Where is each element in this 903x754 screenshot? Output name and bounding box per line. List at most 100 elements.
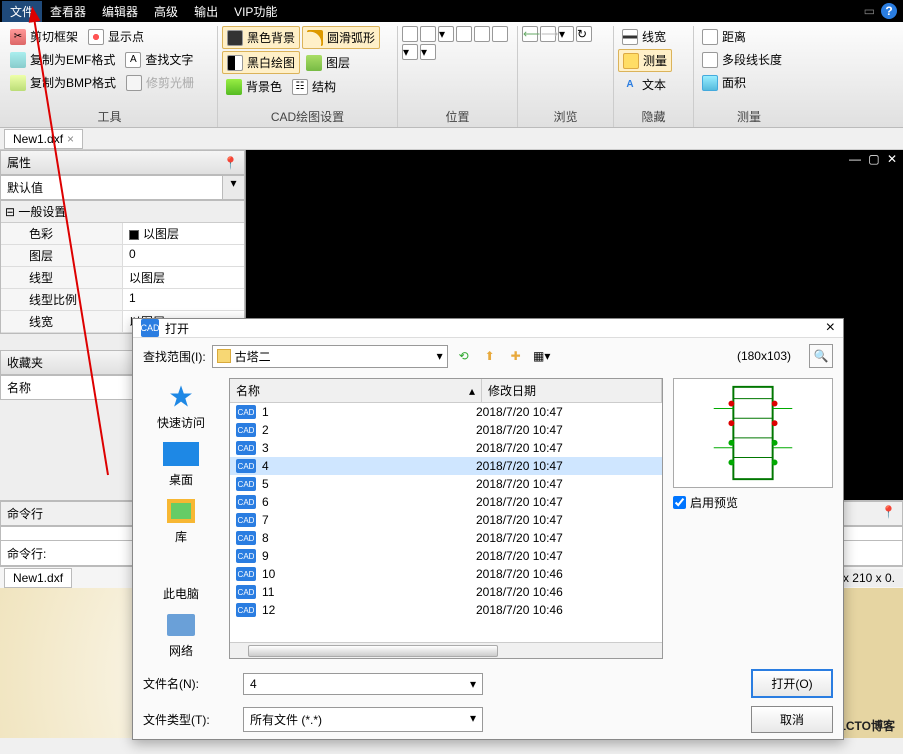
pos-icon6[interactable]: [492, 26, 508, 42]
pos-icon1[interactable]: [402, 26, 418, 42]
cancel-button[interactable]: 取消: [751, 706, 833, 733]
btn-text[interactable]: A文本: [618, 74, 670, 95]
desktop-icon: [163, 442, 199, 466]
canvas-window-controls[interactable]: — ▢ ✕: [849, 152, 899, 166]
enable-preview-input[interactable]: [673, 496, 686, 509]
pin-icon[interactable]: 📍: [881, 505, 896, 522]
file-row[interactable]: CAD122018/7/20 10:46: [230, 601, 662, 619]
file-row[interactable]: CAD12018/7/20 10:47: [230, 403, 662, 421]
edit-icon[interactable]: ✎: [848, 4, 858, 18]
file-row[interactable]: CAD102018/7/20 10:46: [230, 565, 662, 583]
btn-area[interactable]: 面积: [698, 72, 750, 93]
back-icon[interactable]: ⟲: [454, 346, 474, 366]
nav-refresh[interactable]: ↻: [576, 26, 592, 42]
cad-file-icon: CAD: [236, 549, 256, 563]
col-name[interactable]: 名称▴: [230, 379, 482, 402]
btn-findtxt[interactable]: A查找文字: [121, 49, 197, 70]
bw-icon: [227, 55, 243, 71]
btn-measure[interactable]: 测量: [618, 49, 672, 72]
pos-icon5[interactable]: [474, 26, 490, 42]
menu-advanced[interactable]: 高级: [146, 1, 186, 22]
chevron-down-icon[interactable]: ▾: [222, 176, 244, 199]
prop-layer[interactable]: 图层0: [1, 245, 244, 267]
file-row[interactable]: CAD52018/7/20 10:47: [230, 475, 662, 493]
menu-viewer[interactable]: 查看器: [42, 1, 94, 22]
menu-output[interactable]: 输出: [186, 1, 226, 22]
col-date[interactable]: 修改日期: [482, 379, 662, 402]
filename-combo[interactable]: 4▾: [243, 673, 483, 695]
help-icon[interactable]: ?: [881, 3, 897, 19]
properties-section[interactable]: ⊟ 一般设置: [1, 201, 244, 223]
emf-icon: [10, 52, 26, 68]
pos-icon7[interactable]: ▾: [402, 44, 418, 60]
btn-bwdraw[interactable]: 黑白绘图: [222, 51, 300, 74]
menu-file[interactable]: 文件: [2, 1, 42, 22]
chevron-down-icon[interactable]: ▾: [470, 677, 476, 691]
btn-linew[interactable]: 线宽: [618, 26, 670, 47]
newfolder-icon[interactable]: ✚: [506, 346, 526, 366]
btn-showpt[interactable]: 显示点: [84, 26, 148, 47]
file-row[interactable]: CAD92018/7/20 10:47: [230, 547, 662, 565]
chevron-down-icon[interactable]: ▾: [437, 349, 443, 363]
btn-crop[interactable]: ✂剪切框架: [6, 26, 82, 47]
nav-down[interactable]: ▾: [558, 26, 574, 42]
status-doc-tab[interactable]: New1.dxf: [4, 568, 72, 588]
linew-icon: [622, 29, 638, 45]
pos-icon2[interactable]: [420, 26, 436, 42]
filetype-combo[interactable]: 所有文件 (*.*)▾: [243, 707, 483, 732]
lookin-combo[interactable]: 古塔二 ▾: [212, 345, 448, 368]
place-desktop[interactable]: 桌面: [163, 439, 199, 488]
cad-file-icon: CAD: [236, 459, 256, 473]
pin-icon[interactable]: 📍: [223, 156, 238, 170]
btn-struct[interactable]: ☷结构: [288, 76, 340, 97]
file-row[interactable]: CAD112018/7/20 10:46: [230, 583, 662, 601]
chevron-down-icon[interactable]: ▾: [470, 711, 476, 728]
group-nav-label: 浏览: [522, 106, 609, 127]
properties-default[interactable]: 默认值 ▾: [0, 175, 245, 200]
enable-preview-checkbox[interactable]: 启用预览: [673, 494, 833, 511]
place-network[interactable]: 网络: [163, 610, 199, 659]
close-icon[interactable]: ×: [826, 319, 835, 337]
cad-file-icon: CAD: [236, 405, 256, 419]
pos-icon8[interactable]: ▾: [420, 44, 436, 60]
file-row[interactable]: CAD62018/7/20 10:47: [230, 493, 662, 511]
close-icon[interactable]: ×: [67, 132, 74, 146]
open-button[interactable]: 打开(O): [751, 669, 833, 698]
file-row[interactable]: CAD22018/7/20 10:47: [230, 421, 662, 439]
pos-icon4[interactable]: [456, 26, 472, 42]
network-icon: [167, 614, 195, 636]
place-quickaccess[interactable]: 快速访问: [157, 382, 205, 431]
place-thispc[interactable]: 此电脑: [163, 553, 199, 602]
h-scrollbar[interactable]: [230, 642, 662, 658]
swatch-icon: [129, 230, 139, 240]
btn-blackbg[interactable]: 黑色背景: [222, 26, 300, 49]
btn-layers[interactable]: 图层: [302, 51, 354, 74]
menu-editor[interactable]: 编辑器: [94, 1, 146, 22]
cad-file-icon: CAD: [236, 495, 256, 509]
pos-icon3[interactable]: ▾: [438, 26, 454, 42]
view-icon[interactable]: ▦▾: [532, 346, 552, 366]
file-row[interactable]: CAD32018/7/20 10:47: [230, 439, 662, 457]
place-library[interactable]: 库: [163, 496, 199, 545]
preview-zoom-icon[interactable]: 🔍: [809, 344, 833, 368]
cad-file-icon: CAD: [236, 585, 256, 599]
file-row[interactable]: CAD42018/7/20 10:47: [230, 457, 662, 475]
btn-emf[interactable]: 复制为EMF格式: [6, 49, 119, 70]
file-row[interactable]: CAD72018/7/20 10:47: [230, 511, 662, 529]
prop-ltscale[interactable]: 线型比例1: [1, 289, 244, 311]
up-icon[interactable]: ⬆: [480, 346, 500, 366]
prop-color[interactable]: 色彩以图层: [1, 223, 244, 245]
doc-tab[interactable]: New1.dxf ×: [4, 129, 83, 149]
file-row[interactable]: CAD82018/7/20 10:47: [230, 529, 662, 547]
btn-distance[interactable]: 距离: [698, 26, 750, 47]
btn-bmp[interactable]: 复制为BMP格式: [6, 72, 120, 93]
nav-fwd[interactable]: ⟶: [540, 26, 556, 42]
ruler-icon[interactable]: ▭: [864, 4, 875, 18]
btn-polylen[interactable]: 多段线长度: [698, 49, 786, 70]
menu-vip[interactable]: VIP功能: [226, 1, 285, 22]
btn-smootharc[interactable]: 圆滑弧形: [302, 26, 380, 49]
btn-trimrast[interactable]: 修剪光栅: [122, 72, 198, 93]
btn-bgcol[interactable]: 背景色: [222, 76, 286, 97]
nav-back[interactable]: ⟵: [522, 26, 538, 42]
prop-ltype[interactable]: 线型以图层: [1, 267, 244, 289]
